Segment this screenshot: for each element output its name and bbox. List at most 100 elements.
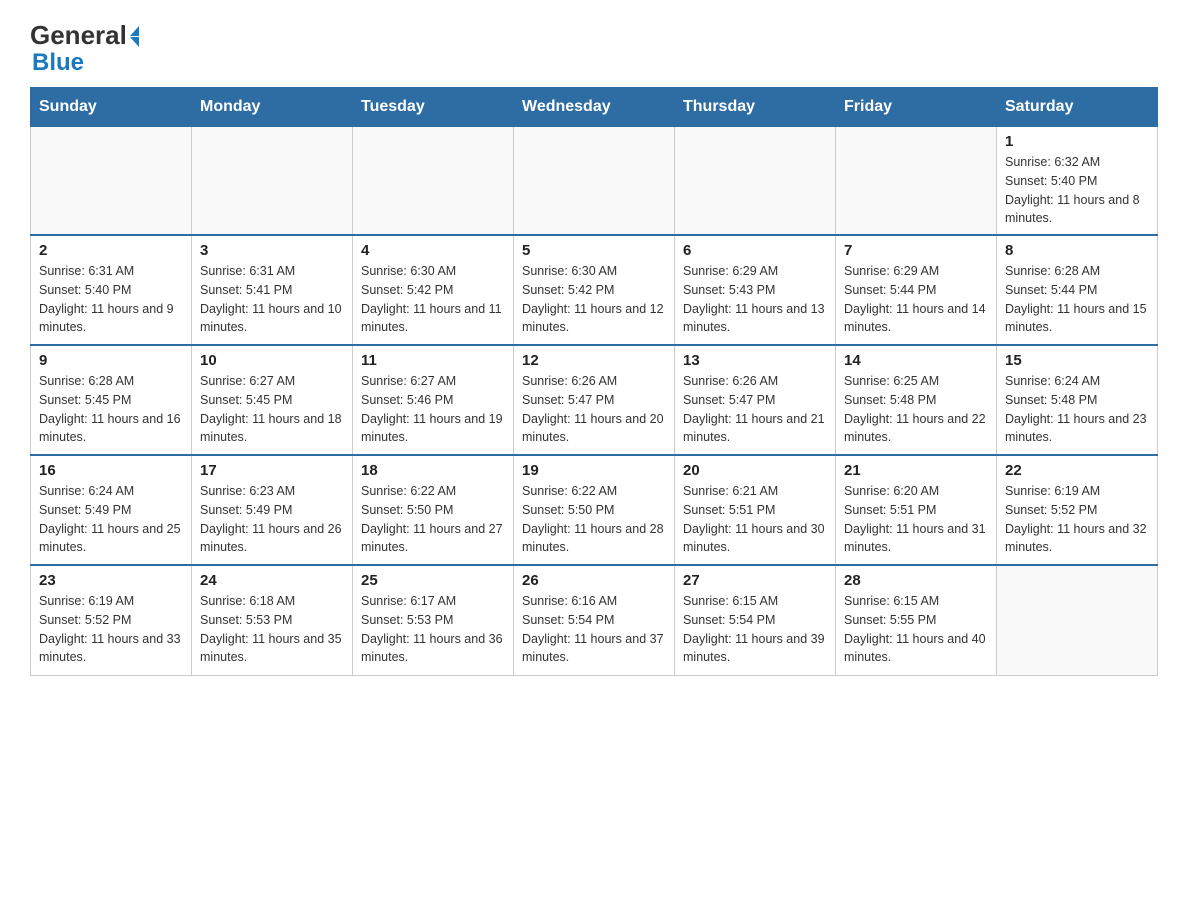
day-info: Sunrise: 6:20 AMSunset: 5:51 PMDaylight:… [844, 482, 988, 557]
week-row-3: 9 Sunrise: 6:28 AMSunset: 5:45 PMDaylight… [31, 345, 1158, 455]
week-row-5: 23 Sunrise: 6:19 AMSunset: 5:52 PMDayligh… [31, 565, 1158, 675]
day-info: Sunrise: 6:28 AMSunset: 5:45 PMDaylight:… [39, 372, 183, 447]
day-number: 25 [361, 572, 505, 589]
calendar-cell: 25Sunrise: 6:17 AMSunset: 5:53 PMDayligh… [353, 565, 514, 675]
weekday-header-saturday: Saturday [997, 88, 1158, 127]
week-row-2: 2 Sunrise: 6:31 AMSunset: 5:40 PMDaylight… [31, 235, 1158, 345]
day-number: 26 [522, 572, 666, 589]
day-number: 8 [1005, 242, 1149, 259]
day-info: Sunrise: 6:24 AMSunset: 5:48 PMDaylight:… [1005, 372, 1149, 447]
calendar-cell: 15 Sunrise: 6:24 AMSunset: 5:48 PMDayligh… [997, 345, 1158, 455]
day-number: 14 [844, 352, 988, 369]
calendar-table: SundayMondayTuesdayWednesdayThursdayFrid… [30, 87, 1158, 676]
weekday-header-sunday: Sunday [31, 88, 192, 127]
day-number: 7 [844, 242, 988, 259]
calendar-cell: 18Sunrise: 6:22 AMSunset: 5:50 PMDayligh… [353, 455, 514, 565]
weekday-header-tuesday: Tuesday [353, 88, 514, 127]
calendar-cell: 14Sunrise: 6:25 AMSunset: 5:48 PMDayligh… [836, 345, 997, 455]
logo-general-text: General [30, 20, 127, 51]
day-number: 15 [1005, 352, 1149, 369]
day-number: 16 [39, 462, 183, 479]
day-info: Sunrise: 6:29 AMSunset: 5:44 PMDaylight:… [844, 262, 988, 337]
day-info: Sunrise: 6:27 AMSunset: 5:45 PMDaylight:… [200, 372, 344, 447]
calendar-cell [31, 127, 192, 236]
calendar-cell: 23 Sunrise: 6:19 AMSunset: 5:52 PMDayligh… [31, 565, 192, 675]
day-info: Sunrise: 6:27 AMSunset: 5:46 PMDaylight:… [361, 372, 505, 447]
calendar-cell: 21Sunrise: 6:20 AMSunset: 5:51 PMDayligh… [836, 455, 997, 565]
calendar-cell: 26 Sunrise: 6:16 AMSunset: 5:54 PMDayligh… [514, 565, 675, 675]
day-number: 9 [39, 352, 183, 369]
calendar-cell: 27 Sunrise: 6:15 AMSunset: 5:54 PMDayligh… [675, 565, 836, 675]
day-number: 11 [361, 352, 505, 369]
day-info: Sunrise: 6:28 AMSunset: 5:44 PMDaylight:… [1005, 262, 1149, 337]
day-info: Sunrise: 6:30 AMSunset: 5:42 PMDaylight:… [361, 262, 505, 337]
day-number: 13 [683, 352, 827, 369]
calendar-cell: 3 Sunrise: 6:31 AMSunset: 5:41 PMDaylight… [192, 235, 353, 345]
day-number: 24 [200, 572, 344, 589]
day-info: Sunrise: 6:16 AMSunset: 5:54 PMDaylight:… [522, 592, 666, 667]
day-number: 17 [200, 462, 344, 479]
logo-arrow-up [130, 26, 139, 36]
calendar-cell: 17Sunrise: 6:23 AMSunset: 5:49 PMDayligh… [192, 455, 353, 565]
calendar-cell [836, 127, 997, 236]
day-info: Sunrise: 6:31 AMSunset: 5:41 PMDaylight:… [200, 262, 344, 337]
day-number: 19 [522, 462, 666, 479]
logo-arrow-down [130, 37, 139, 47]
day-number: 4 [361, 242, 505, 259]
calendar-cell: 8 Sunrise: 6:28 AMSunset: 5:44 PMDaylight… [997, 235, 1158, 345]
logo-main-line: General [30, 20, 139, 51]
day-number: 10 [200, 352, 344, 369]
day-info: Sunrise: 6:15 AMSunset: 5:55 PMDaylight:… [844, 592, 988, 667]
calendar-cell: 7 Sunrise: 6:29 AMSunset: 5:44 PMDaylight… [836, 235, 997, 345]
day-info: Sunrise: 6:32 AMSunset: 5:40 PMDaylight:… [1005, 153, 1149, 228]
day-info: Sunrise: 6:26 AMSunset: 5:47 PMDaylight:… [522, 372, 666, 447]
calendar-cell: 2 Sunrise: 6:31 AMSunset: 5:40 PMDaylight… [31, 235, 192, 345]
calendar-cell: 4 Sunrise: 6:30 AMSunset: 5:42 PMDaylight… [353, 235, 514, 345]
calendar-cell: 16 Sunrise: 6:24 AMSunset: 5:49 PMDayligh… [31, 455, 192, 565]
day-number: 18 [361, 462, 505, 479]
calendar-cell [514, 127, 675, 236]
day-info: Sunrise: 6:19 AMSunset: 5:52 PMDaylight:… [39, 592, 183, 667]
day-number: 28 [844, 572, 988, 589]
day-info: Sunrise: 6:26 AMSunset: 5:47 PMDaylight:… [683, 372, 827, 447]
day-number: 3 [200, 242, 344, 259]
day-info: Sunrise: 6:30 AMSunset: 5:42 PMDaylight:… [522, 262, 666, 337]
weekday-header-row: SundayMondayTuesdayWednesdayThursdayFrid… [31, 88, 1158, 127]
day-info: Sunrise: 6:31 AMSunset: 5:40 PMDaylight:… [39, 262, 183, 337]
day-number: 22 [1005, 462, 1149, 479]
logo-blue-label: Blue [32, 49, 84, 77]
calendar-cell: 11 Sunrise: 6:27 AMSunset: 5:46 PMDayligh… [353, 345, 514, 455]
day-info: Sunrise: 6:19 AMSunset: 5:52 PMDaylight:… [1005, 482, 1149, 557]
day-info: Sunrise: 6:15 AMSunset: 5:54 PMDaylight:… [683, 592, 827, 667]
day-number: 2 [39, 242, 183, 259]
calendar-cell: 13 Sunrise: 6:26 AMSunset: 5:47 PMDayligh… [675, 345, 836, 455]
calendar-cell: 24 Sunrise: 6:18 AMSunset: 5:53 PMDayligh… [192, 565, 353, 675]
day-number: 23 [39, 572, 183, 589]
weekday-header-wednesday: Wednesday [514, 88, 675, 127]
logo: General Blue [30, 20, 139, 77]
calendar-cell: 1 Sunrise: 6:32 AMSunset: 5:40 PMDaylight… [997, 127, 1158, 236]
day-number: 1 [1005, 133, 1149, 150]
page-header: General Blue [30, 20, 1158, 77]
week-row-1: 1 Sunrise: 6:32 AMSunset: 5:40 PMDaylight… [31, 127, 1158, 236]
calendar-cell: 12Sunrise: 6:26 AMSunset: 5:47 PMDayligh… [514, 345, 675, 455]
calendar-cell [353, 127, 514, 236]
day-info: Sunrise: 6:24 AMSunset: 5:49 PMDaylight:… [39, 482, 183, 557]
day-number: 20 [683, 462, 827, 479]
weekday-header-thursday: Thursday [675, 88, 836, 127]
calendar-cell [675, 127, 836, 236]
calendar-cell: 22 Sunrise: 6:19 AMSunset: 5:52 PMDayligh… [997, 455, 1158, 565]
week-row-4: 16 Sunrise: 6:24 AMSunset: 5:49 PMDayligh… [31, 455, 1158, 565]
calendar-cell [997, 565, 1158, 675]
day-number: 27 [683, 572, 827, 589]
calendar-cell [192, 127, 353, 236]
day-info: Sunrise: 6:29 AMSunset: 5:43 PMDaylight:… [683, 262, 827, 337]
day-number: 6 [683, 242, 827, 259]
day-info: Sunrise: 6:21 AMSunset: 5:51 PMDaylight:… [683, 482, 827, 557]
calendar-cell: 9 Sunrise: 6:28 AMSunset: 5:45 PMDaylight… [31, 345, 192, 455]
day-info: Sunrise: 6:22 AMSunset: 5:50 PMDaylight:… [522, 482, 666, 557]
calendar-cell: 5 Sunrise: 6:30 AMSunset: 5:42 PMDaylight… [514, 235, 675, 345]
weekday-header-monday: Monday [192, 88, 353, 127]
day-info: Sunrise: 6:18 AMSunset: 5:53 PMDaylight:… [200, 592, 344, 667]
day-number: 5 [522, 242, 666, 259]
